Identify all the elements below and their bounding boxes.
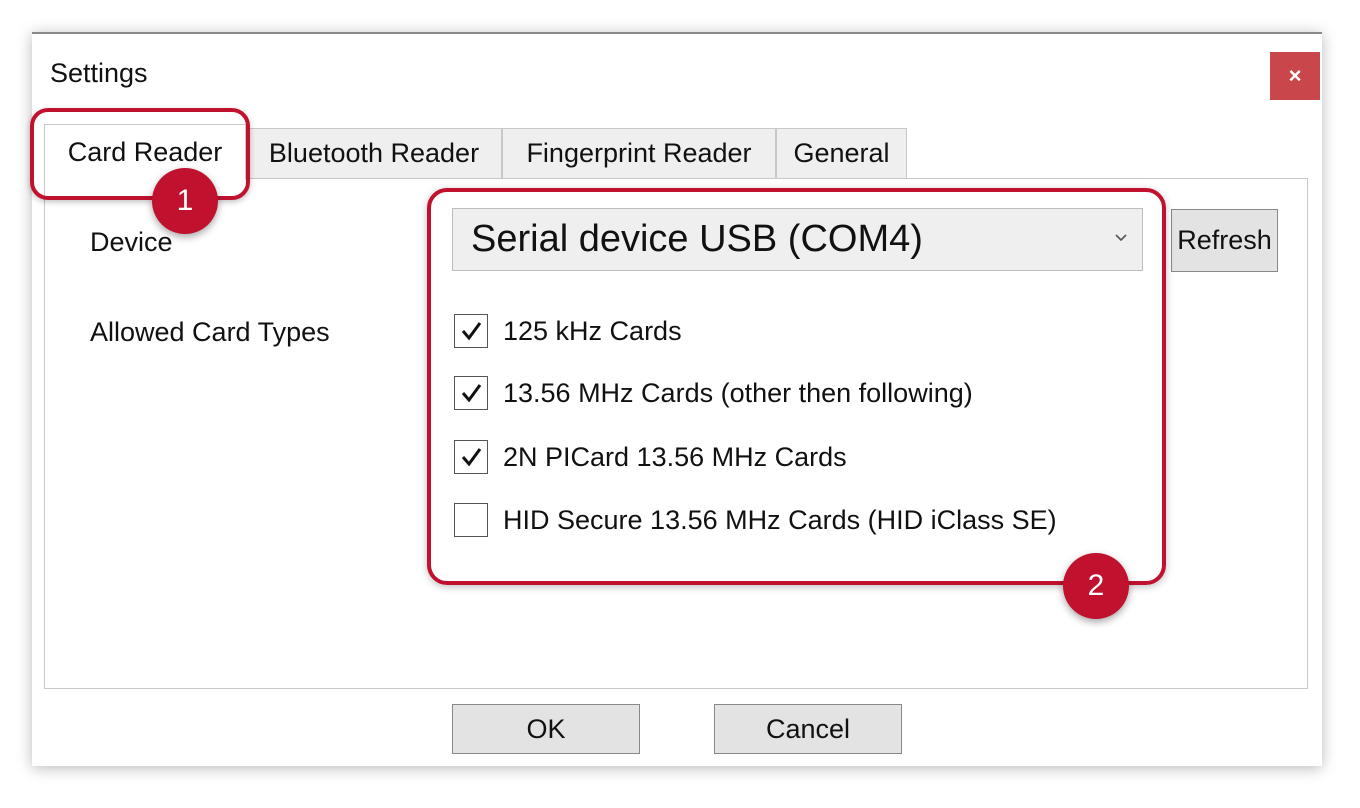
- refresh-label: Refresh: [1177, 225, 1272, 255]
- annotation-badge-1: 1: [152, 168, 218, 234]
- device-label: Device: [90, 227, 173, 257]
- tab-general[interactable]: General: [776, 128, 907, 178]
- refresh-button[interactable]: Refresh: [1171, 209, 1278, 272]
- tab-label: General: [793, 138, 890, 168]
- tab-bluetooth-reader[interactable]: Bluetooth Reader: [246, 128, 502, 178]
- allowed-card-types-label: Allowed Card Types: [90, 317, 330, 347]
- close-button[interactable]: ×: [1270, 52, 1320, 100]
- window-title: Settings: [50, 58, 148, 88]
- tab-label: Fingerprint Reader: [526, 138, 752, 168]
- cancel-button[interactable]: Cancel: [714, 704, 902, 754]
- annotation-badge-2: 2: [1063, 553, 1129, 619]
- tab-label: Bluetooth Reader: [268, 138, 480, 168]
- cancel-label: Cancel: [765, 713, 851, 744]
- close-icon: ×: [1288, 63, 1302, 88]
- ok-label: OK: [526, 713, 566, 744]
- highlight-tab-annotation: [30, 108, 250, 200]
- ok-button[interactable]: OK: [452, 704, 640, 754]
- highlight-settings-annotation: [427, 188, 1166, 585]
- tab-fingerprint-reader[interactable]: Fingerprint Reader: [502, 128, 776, 178]
